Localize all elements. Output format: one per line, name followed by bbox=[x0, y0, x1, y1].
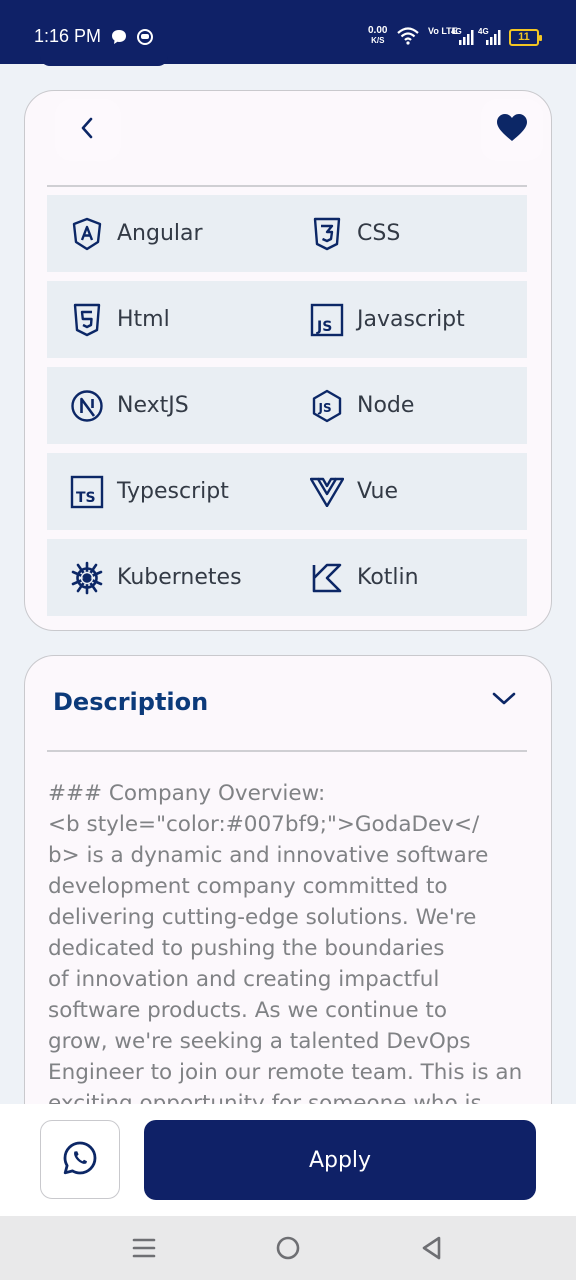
favorite-button[interactable] bbox=[481, 99, 543, 161]
skill-label: NextJS bbox=[117, 393, 189, 418]
typescript-icon: TS bbox=[69, 474, 105, 510]
skill-item-javascript: JS Javascript bbox=[309, 281, 465, 358]
skill-item-nextjs: NextJS bbox=[69, 367, 189, 444]
description-divider bbox=[47, 750, 527, 752]
skill-item-kubernetes: Kubernetes bbox=[69, 539, 242, 616]
skills-row: Kubernetes Kotlin bbox=[47, 539, 527, 616]
battery-icon: 11 bbox=[509, 29, 542, 46]
skill-item-html: Html bbox=[69, 281, 170, 358]
skill-item-kotlin: Kotlin bbox=[309, 539, 419, 616]
description-title: Description bbox=[53, 688, 209, 716]
svg-text:4G: 4G bbox=[478, 27, 489, 36]
html5-icon bbox=[69, 302, 105, 338]
home-icon[interactable] bbox=[274, 1234, 302, 1266]
skill-label: Html bbox=[117, 307, 170, 332]
svg-text:4G: 4G bbox=[451, 27, 462, 36]
skill-item-typescript: TS Typescript bbox=[69, 453, 229, 530]
nodejs-icon: JS bbox=[309, 388, 345, 424]
back-icon[interactable] bbox=[418, 1234, 446, 1266]
heart-icon bbox=[496, 113, 528, 147]
skill-label: Typescript bbox=[117, 479, 229, 504]
description-body: ### Company Overview: <b style="color:#0… bbox=[48, 778, 530, 1119]
system-nav-bar bbox=[0, 1216, 576, 1280]
whatsapp-icon bbox=[62, 1140, 98, 1180]
header-tab-edge bbox=[40, 54, 168, 66]
skills-divider bbox=[47, 185, 527, 187]
skill-label: Angular bbox=[117, 221, 203, 246]
signal-icon: 4G bbox=[478, 26, 502, 50]
skill-label: Kotlin bbox=[357, 565, 419, 590]
skills-row: NextJS JS Node bbox=[47, 367, 527, 444]
svg-text:JS: JS bbox=[318, 401, 332, 415]
circle-app-icon bbox=[136, 28, 154, 50]
skill-item-node: JS Node bbox=[309, 367, 414, 444]
description-line: dedicated to pushing the boundaries bbox=[48, 936, 445, 961]
bottom-action-bar: Apply bbox=[0, 1104, 576, 1216]
skills-row: TS Typescript Vue bbox=[47, 453, 527, 530]
wifi-icon bbox=[397, 27, 419, 49]
skill-label: Vue bbox=[357, 479, 399, 504]
chat-bubble-icon bbox=[110, 28, 128, 50]
status-time: 1:16 PM bbox=[34, 26, 102, 46]
skill-item-css: CSS bbox=[309, 195, 400, 272]
description-line: ### Company Overview: bbox=[48, 781, 326, 806]
net-speed-value: 0.00 bbox=[368, 25, 388, 36]
svg-text:TS: TS bbox=[76, 490, 96, 506]
skill-item-angular: Angular bbox=[69, 195, 203, 272]
skill-label: Node bbox=[357, 393, 415, 418]
back-button[interactable] bbox=[55, 99, 121, 161]
skill-label: CSS bbox=[357, 221, 401, 246]
skill-item-vue: Vue bbox=[309, 453, 398, 530]
signal-icon: 4G bbox=[451, 26, 475, 50]
javascript-icon: JS bbox=[309, 302, 345, 338]
angular-icon bbox=[69, 216, 105, 252]
skill-label: Javascript bbox=[357, 307, 465, 332]
net-speed-unit: K/S bbox=[371, 36, 385, 45]
description-line: Engineer to join our remote team. This i… bbox=[48, 1060, 523, 1085]
description-line: of innovation and creating impactful bbox=[48, 967, 440, 992]
description-line: grow, we're seeking a talented DevOps bbox=[48, 1029, 471, 1054]
description-line: delivering cutting-edge solutions. We're bbox=[48, 905, 477, 930]
skills-row: Html JS Javascript bbox=[47, 281, 527, 358]
skills-card: ls Angular CSS Html bbox=[24, 90, 552, 631]
skills-row: Angular CSS bbox=[47, 195, 527, 272]
net-speed: 0.00 K/S bbox=[368, 26, 387, 46]
css3-icon bbox=[309, 216, 345, 252]
vue-icon bbox=[309, 474, 345, 510]
description-line: development company committed to bbox=[48, 874, 448, 899]
whatsapp-button[interactable] bbox=[40, 1120, 120, 1199]
svg-text:JS: JS bbox=[316, 319, 332, 335]
menu-icon[interactable] bbox=[130, 1234, 158, 1266]
description-line: b> is a dynamic and innovative software bbox=[48, 843, 489, 868]
apply-button[interactable]: Apply bbox=[144, 1120, 536, 1200]
skill-label: Kubernetes bbox=[117, 565, 242, 590]
chevron-left-icon bbox=[77, 115, 99, 145]
kotlin-icon bbox=[309, 560, 345, 596]
description-line: <b style="color:#007bf9;">GodaDev</ bbox=[48, 812, 480, 837]
kubernetes-icon bbox=[69, 560, 105, 596]
description-line: software products. As we continue to bbox=[48, 998, 448, 1023]
nextjs-icon bbox=[69, 388, 105, 424]
chevron-down-icon[interactable] bbox=[491, 688, 517, 712]
description-card: Description ### Company Overview: <b sty… bbox=[24, 655, 552, 1125]
